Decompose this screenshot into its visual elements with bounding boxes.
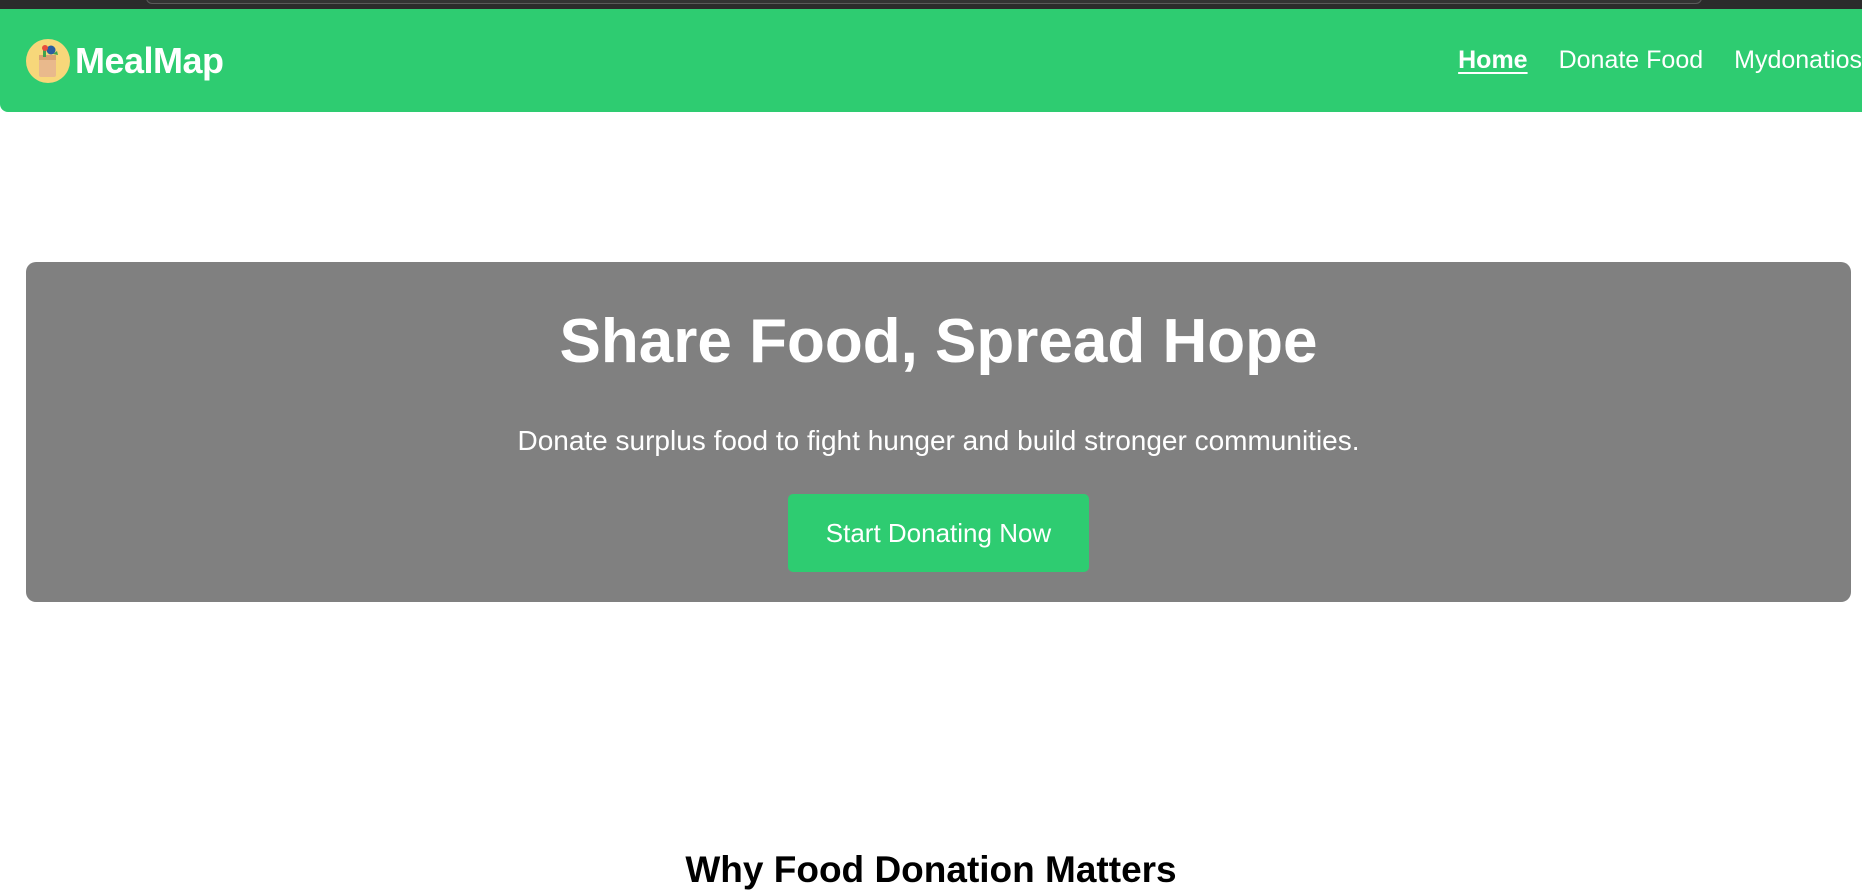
nav-link-home[interactable]: Home [1458, 46, 1527, 75]
food-bag-icon [25, 38, 71, 84]
hero-banner: Share Food, Spread Hope Donate surplus f… [26, 262, 1851, 602]
brand-name: MealMap [75, 39, 224, 81]
hero-subtitle: Donate surplus food to fight hunger and … [517, 425, 1360, 456]
nav-link-my-donations[interactable]: Mydonatios [1734, 46, 1862, 75]
nav-link-donate-food[interactable]: Donate Food [1559, 46, 1704, 75]
main-nav: Home Donate Food Mydonatios [1458, 46, 1862, 75]
hero-title: Share Food, Spread Hope [559, 307, 1318, 376]
brand-logo-link[interactable]: MealMap [25, 38, 224, 84]
navbar: MealMap Home Donate Food Mydonatios [0, 9, 1862, 112]
start-donating-button[interactable]: Start Donating Now [788, 494, 1089, 572]
browser-address-bar[interactable] [146, 0, 1702, 4]
why-donation-heading: Why Food Donation Matters [685, 849, 1177, 890]
